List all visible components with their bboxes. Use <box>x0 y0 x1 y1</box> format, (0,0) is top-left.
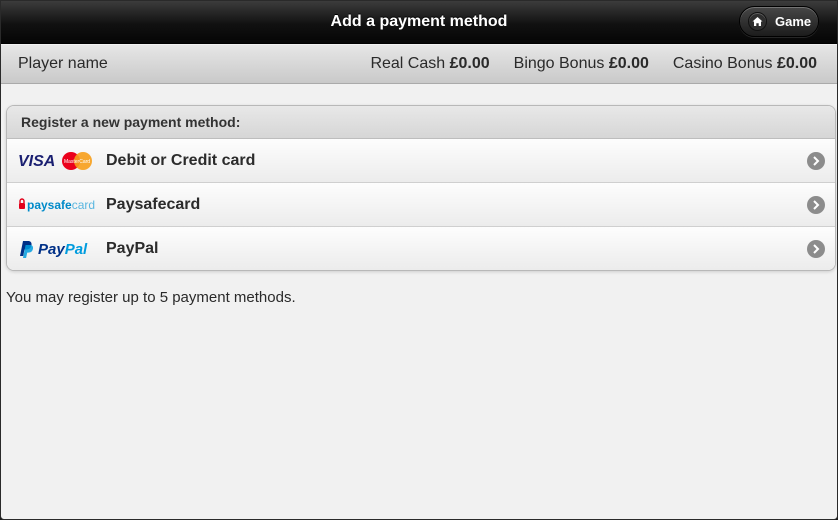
balance-label: Casino Bonus <box>672 55 773 72</box>
method-label: PayPal <box>106 239 159 257</box>
method-debit-credit-card[interactable]: VISA MasterCard Debit or Credit card <box>7 139 835 183</box>
player-name: Player name <box>18 55 108 72</box>
method-label: Debit or Credit card <box>106 151 256 169</box>
balances: Real Cash £0.00 Bingo Bonus £0.00 Casino… <box>370 55 817 73</box>
page-title: Add a payment method <box>330 13 508 30</box>
method-label: Paysafecard <box>106 195 201 213</box>
svg-text:MasterCard: MasterCard <box>64 159 90 165</box>
paypal-logo: PayPal <box>18 238 106 260</box>
balance-value: £0.00 <box>449 55 490 72</box>
svg-text:paysafecard: paysafecard <box>27 198 95 212</box>
panel-header: Register a new payment method: <box>7 106 835 139</box>
balance-label: Real Cash <box>370 55 446 72</box>
home-icon <box>748 12 767 31</box>
balance-bingo-bonus: Bingo Bonus £0.00 <box>514 55 649 73</box>
chevron-right-icon <box>807 239 825 258</box>
balance-label: Bingo Bonus <box>513 55 605 72</box>
svg-text:PayPal: PayPal <box>38 241 88 258</box>
account-info-bar: Player name Real Cash £0.00 Bingo Bonus … <box>1 45 837 84</box>
method-paysafecard[interactable]: paysafecard Paysafecard <box>7 183 835 227</box>
balance-value: £0.00 <box>608 55 649 72</box>
payment-methods-panel: Register a new payment method: VISA Mast… <box>6 105 836 271</box>
balance-real-cash: Real Cash £0.00 <box>370 55 489 73</box>
game-button[interactable]: Game <box>739 6 819 37</box>
visa-mastercard-logo: VISA MasterCard <box>18 150 106 172</box>
balance-value: £0.00 <box>776 55 817 72</box>
app-frame: Add a payment method Game Player name Re… <box>0 0 838 520</box>
svg-text:VISA: VISA <box>18 153 55 170</box>
method-paypal[interactable]: PayPal PayPal <box>7 227 835 270</box>
game-button-label: Game <box>775 14 812 29</box>
top-bar: Add a payment method Game <box>1 1 837 44</box>
registration-limit-note: You may register up to 5 payment methods… <box>6 289 296 306</box>
chevron-right-icon <box>807 195 825 214</box>
chevron-right-icon <box>807 151 825 170</box>
balance-casino-bonus: Casino Bonus £0.00 <box>673 55 817 73</box>
paysafecard-logo: paysafecard <box>18 194 106 216</box>
